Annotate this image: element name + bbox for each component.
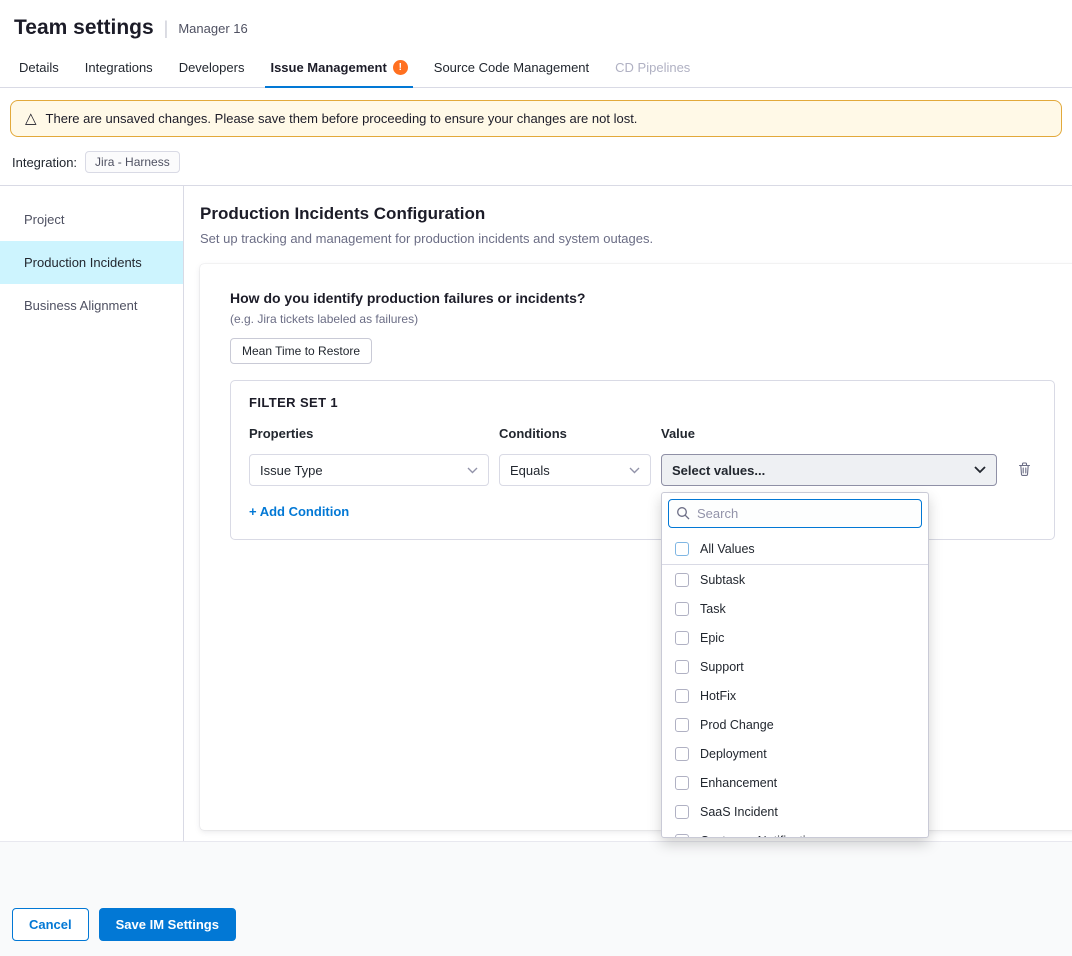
- sidebar-item-label: Project: [24, 212, 64, 227]
- page-title: Team settings: [14, 16, 154, 40]
- option-label: Customer Notification: [700, 834, 820, 839]
- chevron-down-icon: [974, 466, 986, 474]
- sidebar-item-project[interactable]: Project: [0, 198, 183, 241]
- tab-label: Integrations: [85, 60, 153, 75]
- column-label-properties: Properties: [249, 426, 489, 441]
- warning-triangle-icon: △️​: [25, 111, 37, 126]
- property-select-value: Issue Type: [260, 463, 323, 478]
- tab-developers[interactable]: Developers: [166, 50, 258, 87]
- option-task[interactable]: Task: [662, 594, 928, 623]
- delete-filter-row-button[interactable]: [1013, 457, 1036, 484]
- option-label: Prod Change: [700, 718, 774, 732]
- integration-label: Integration:: [12, 155, 77, 170]
- option-label: Enhancement: [700, 776, 777, 790]
- metric-chip-mttr[interactable]: Mean Time to Restore: [230, 338, 372, 364]
- option-epic[interactable]: Epic: [662, 623, 928, 652]
- tab-label: Developers: [179, 60, 245, 75]
- option-all-values[interactable]: All Values: [662, 534, 928, 565]
- checkbox[interactable]: [675, 747, 689, 761]
- option-deployment[interactable]: Deployment: [662, 739, 928, 768]
- config-hint: (e.g. Jira tickets labeled as failures): [230, 312, 1055, 326]
- tab-label: Details: [19, 60, 59, 75]
- column-label-conditions: Conditions: [499, 426, 651, 441]
- section-title: Production Incidents Configuration: [200, 204, 1072, 224]
- cancel-button[interactable]: Cancel: [12, 908, 89, 941]
- option-label: Task: [700, 602, 726, 616]
- value-options-dropdown: All Values Subtask Task: [661, 492, 929, 838]
- content-area: Project Production Incidents Business Al…: [0, 186, 1072, 841]
- checkbox[interactable]: [675, 805, 689, 819]
- option-prod-change[interactable]: Prod Change: [662, 710, 928, 739]
- option-hotfix[interactable]: HotFix: [662, 681, 928, 710]
- settings-sidebar: Project Production Incidents Business Al…: [0, 186, 184, 841]
- search-icon: [676, 506, 690, 520]
- value-select-placeholder: Select values...: [672, 463, 765, 478]
- incidents-config-card: How do you identify production failures …: [200, 264, 1072, 830]
- checkbox[interactable]: [675, 602, 689, 616]
- tab-cd-pipelines: CD Pipelines: [602, 50, 703, 87]
- filter-set-title: FILTER SET 1: [249, 395, 1036, 410]
- checkbox[interactable]: [675, 689, 689, 703]
- option-label: Epic: [700, 631, 724, 645]
- column-label-value: Value: [661, 426, 997, 441]
- sidebar-item-label: Business Alignment: [24, 298, 137, 313]
- sidebar-item-label: Production Incidents: [24, 255, 142, 270]
- integration-row: Integration: Jira - Harness: [0, 145, 1072, 186]
- trash-icon: [1017, 461, 1032, 480]
- option-subtask[interactable]: Subtask: [662, 565, 928, 594]
- value-select-wrap: Select values...: [661, 454, 997, 486]
- config-question: How do you identify production failures …: [230, 290, 1055, 306]
- save-im-settings-button[interactable]: Save IM Settings: [99, 908, 236, 941]
- value-multiselect[interactable]: Select values...: [661, 454, 997, 486]
- checkbox[interactable]: [675, 834, 689, 839]
- dropdown-search-input[interactable]: [668, 499, 922, 528]
- tab-integrations[interactable]: Integrations: [72, 50, 166, 87]
- property-select[interactable]: Issue Type: [249, 454, 489, 486]
- checkbox[interactable]: [675, 776, 689, 790]
- checkbox[interactable]: [675, 631, 689, 645]
- checkbox[interactable]: [675, 542, 689, 556]
- unsaved-changes-badge-icon: !: [393, 60, 408, 75]
- sidebar-item-business-alignment[interactable]: Business Alignment: [0, 284, 183, 327]
- integration-chip[interactable]: Jira - Harness: [85, 151, 180, 173]
- settings-tab-bar: Details Integrations Developers Issue Ma…: [0, 50, 1072, 88]
- option-label: HotFix: [700, 689, 736, 703]
- filter-set-box: FILTER SET 1 Properties Conditions Value…: [230, 380, 1055, 540]
- main-panel: Production Incidents Configuration Set u…: [184, 186, 1072, 841]
- tab-details[interactable]: Details: [6, 50, 72, 87]
- option-label: Deployment: [700, 747, 767, 761]
- unsaved-changes-banner: △️​ There are unsaved changes. Please sa…: [10, 100, 1062, 137]
- option-support[interactable]: Support: [662, 652, 928, 681]
- add-condition-link[interactable]: + Add Condition: [249, 504, 349, 519]
- checkbox[interactable]: [675, 718, 689, 732]
- section-subtitle: Set up tracking and management for produ…: [200, 231, 1072, 246]
- sidebar-item-production-incidents[interactable]: Production Incidents: [0, 241, 183, 284]
- option-enhancement[interactable]: Enhancement: [662, 768, 928, 797]
- option-label: Support: [700, 660, 744, 674]
- tab-label: Source Code Management: [434, 60, 589, 75]
- chevron-down-icon: [629, 467, 640, 474]
- tab-source-code-management[interactable]: Source Code Management: [421, 50, 602, 87]
- tab-issue-management[interactable]: Issue Management !: [257, 50, 420, 87]
- condition-select[interactable]: Equals: [499, 454, 651, 486]
- option-customer-notification[interactable]: Customer Notification: [662, 826, 928, 838]
- title-divider: |: [164, 18, 169, 39]
- filter-row: Issue Type Equals Select values..: [249, 454, 1036, 486]
- option-label: SaaS Incident: [700, 805, 778, 819]
- checkbox[interactable]: [675, 660, 689, 674]
- chevron-down-icon: [467, 467, 478, 474]
- tab-label: Issue Management: [270, 60, 386, 75]
- warning-text: There are unsaved changes. Please save t…: [46, 111, 638, 126]
- tab-label: CD Pipelines: [615, 60, 690, 75]
- filter-column-labels: Properties Conditions Value: [249, 426, 1036, 441]
- page-header: Team settings | Manager 16: [0, 0, 1072, 50]
- option-saas-incident[interactable]: SaaS Incident: [662, 797, 928, 826]
- team-name: Manager 16: [178, 21, 247, 36]
- dropdown-search-wrap: [668, 499, 922, 528]
- option-label: All Values: [700, 542, 755, 556]
- condition-select-value: Equals: [510, 463, 550, 478]
- footer-bar: Cancel Save IM Settings: [0, 841, 1072, 956]
- option-label: Subtask: [700, 573, 745, 587]
- checkbox[interactable]: [675, 573, 689, 587]
